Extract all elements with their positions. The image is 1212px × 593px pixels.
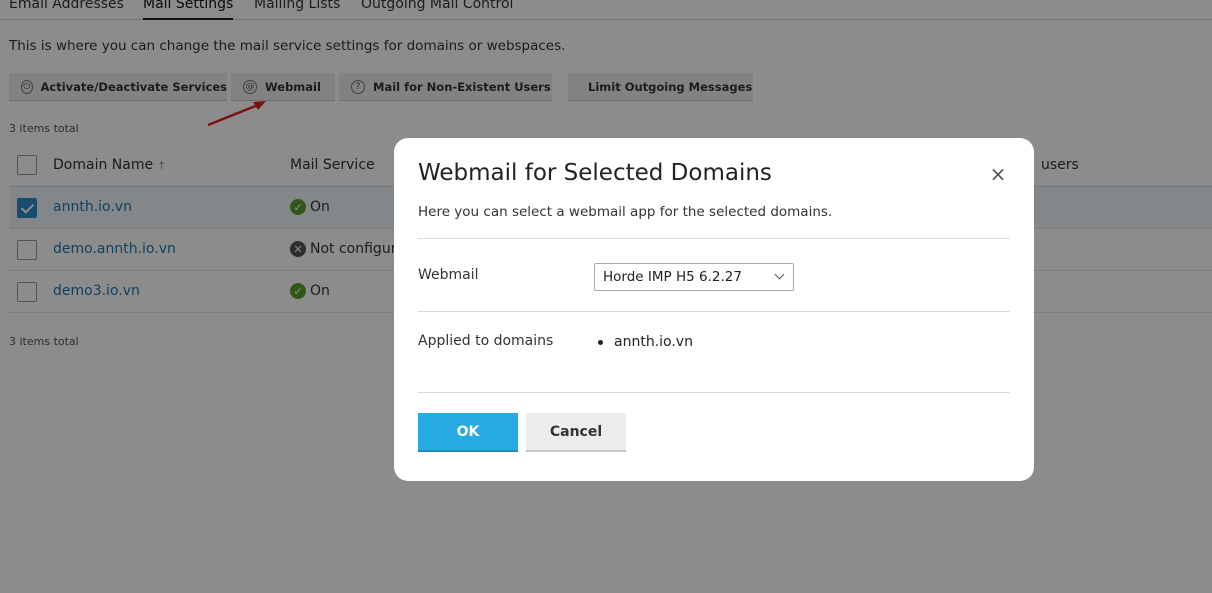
webmail-select[interactable]: Horde IMP H5 6.2.27 — [594, 263, 794, 291]
cancel-button[interactable]: Cancel — [526, 413, 626, 452]
close-icon[interactable]: × — [988, 164, 1008, 184]
dialog-title: Webmail for Selected Domains — [418, 160, 772, 186]
applied-domain-name: annth.io.vn — [614, 334, 693, 350]
divider — [418, 238, 1010, 239]
webmail-field-label: Webmail — [418, 267, 479, 283]
dialog-description: Here you can select a webmail app for th… — [418, 204, 833, 220]
applied-to-domains-label: Applied to domains — [418, 333, 554, 349]
applied-domain-item: annth.io.vn — [598, 334, 693, 350]
divider — [418, 392, 1010, 393]
webmail-dialog: Webmail for Selected Domains × Here you … — [394, 138, 1034, 481]
chevron-down-icon — [774, 269, 785, 280]
ok-button[interactable]: OK — [418, 413, 518, 452]
divider — [418, 311, 1010, 312]
webmail-select-value: Horde IMP H5 6.2.27 — [603, 269, 742, 285]
bullet-icon — [598, 339, 603, 345]
